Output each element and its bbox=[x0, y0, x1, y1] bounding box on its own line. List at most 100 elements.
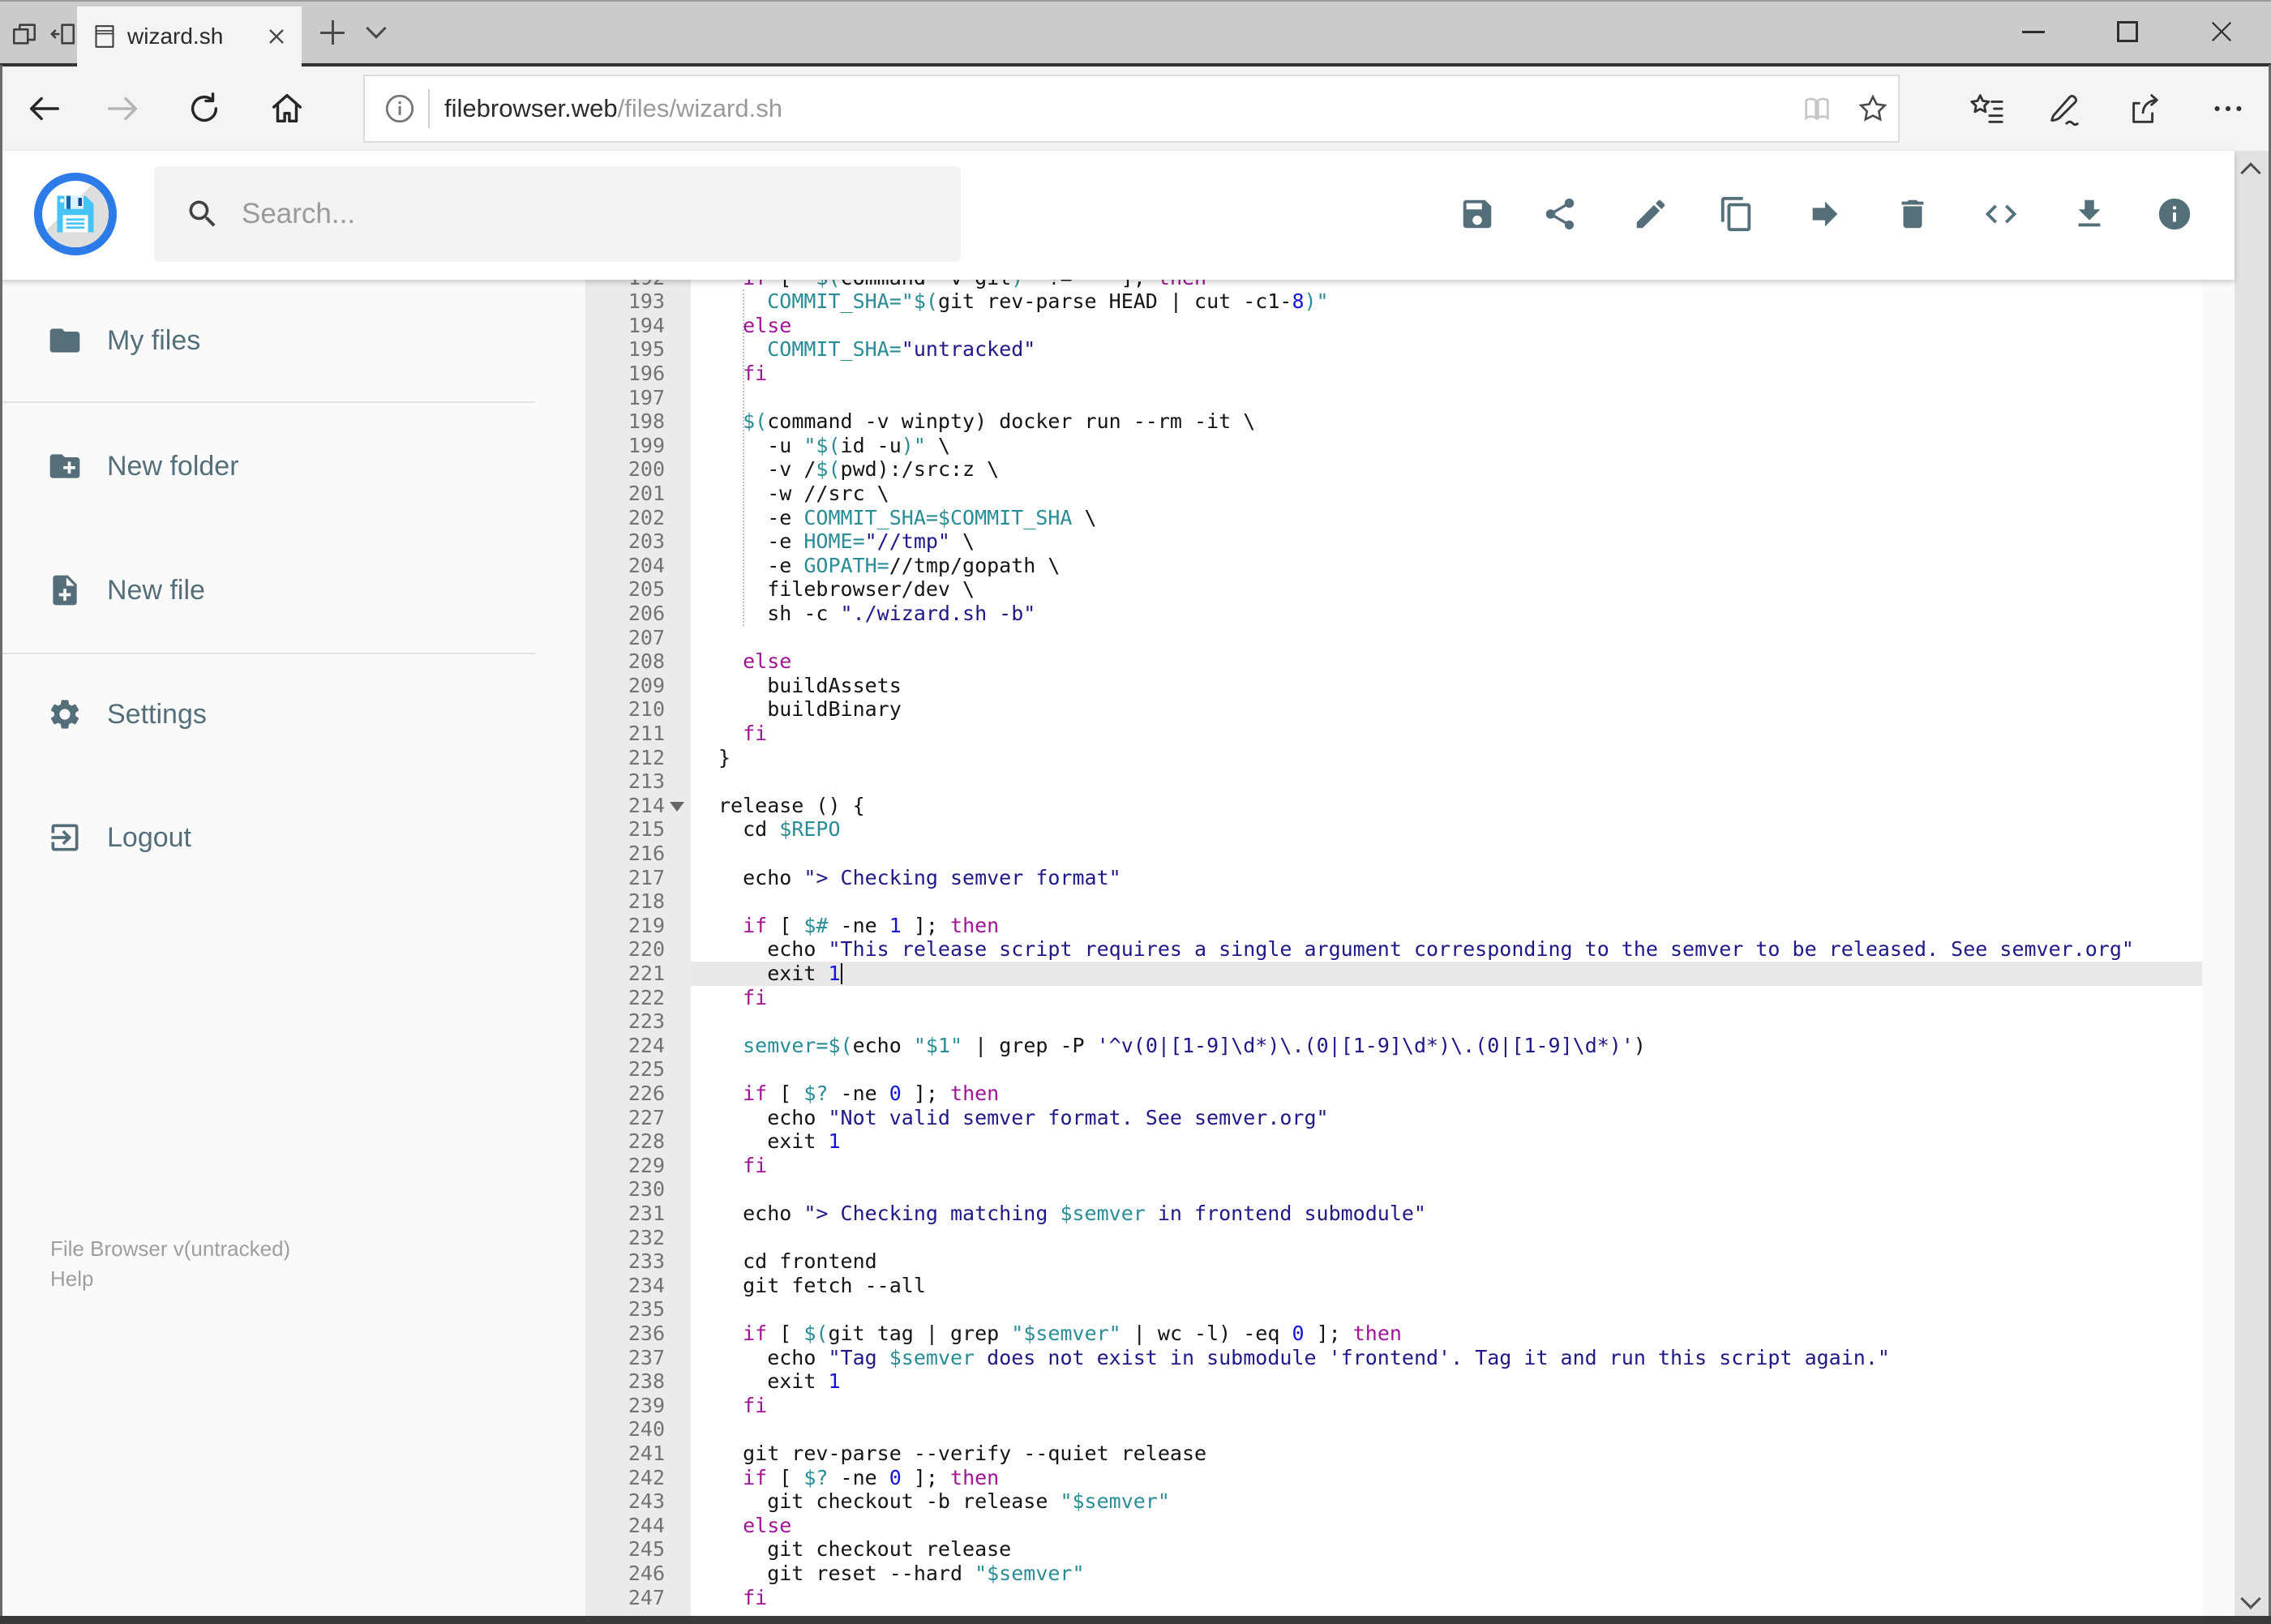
scroll-down-arrow[interactable] bbox=[2240, 1588, 2261, 1609]
line-number: 232 bbox=[628, 1225, 665, 1249]
share-button[interactable] bbox=[2124, 88, 2166, 130]
sidebar-item-new-file[interactable]: New file bbox=[0, 554, 568, 627]
code-line: git checkout release bbox=[718, 1537, 1012, 1562]
line-number: 206 bbox=[628, 602, 665, 625]
code-line: COMMIT_SHA="untracked" bbox=[767, 337, 1036, 362]
line-number: 211 bbox=[628, 722, 665, 745]
folder-icon bbox=[49, 328, 80, 353]
tab-preview-button[interactable] bbox=[6, 16, 42, 52]
sidebar-item-settings[interactable]: Settings bbox=[0, 678, 568, 751]
share-button[interactable] bbox=[1539, 193, 1581, 235]
address-bar[interactable]: filebrowser.web/files/wizard.sh bbox=[363, 75, 1900, 143]
code-line: } bbox=[718, 745, 731, 769]
edit-icon bbox=[1636, 199, 1665, 229]
copy-button[interactable] bbox=[1716, 193, 1758, 235]
line-number: 221 bbox=[628, 962, 665, 985]
code-line: semver=$(echo "$1" | grep -P '^v(0|[1-9]… bbox=[743, 1033, 1646, 1057]
line-number: 224 bbox=[628, 1033, 665, 1057]
code-line: exit 1 bbox=[718, 962, 841, 985]
line-number: 243 bbox=[628, 1489, 665, 1514]
annotate-button[interactable] bbox=[2043, 88, 2085, 130]
forward-button[interactable] bbox=[1804, 193, 1846, 235]
line-number: 201 bbox=[628, 482, 665, 505]
back-button[interactable] bbox=[23, 88, 65, 130]
line-number: 217 bbox=[628, 865, 665, 889]
filebrowser-logo[interactable] bbox=[34, 173, 117, 255]
tab-list-chevron-button[interactable] bbox=[366, 18, 387, 39]
forward-button[interactable] bbox=[102, 88, 144, 130]
browser-tab[interactable]: wizard.sh bbox=[77, 6, 302, 66]
line-number: 199 bbox=[628, 433, 665, 457]
code-line: COMMIT_SHA="$(git rev-parse HEAD | cut -… bbox=[767, 289, 1329, 314]
code-line: if [ "$(command -v git)" != "" ]; then bbox=[718, 280, 1206, 289]
reading-view-icon[interactable] bbox=[1801, 92, 1833, 125]
new-tab-button[interactable] bbox=[318, 18, 350, 50]
new-file-icon bbox=[53, 575, 77, 606]
home-button[interactable] bbox=[266, 88, 308, 130]
search-bar[interactable] bbox=[154, 166, 961, 262]
page-scrollbar[interactable] bbox=[2235, 151, 2269, 1616]
browser-window: wizard.sh filebrowser.web/files/wizard.s… bbox=[0, 0, 2271, 1624]
forward-icon bbox=[1812, 201, 1838, 227]
code-line: exit 1 bbox=[718, 1129, 841, 1154]
line-number: 209 bbox=[628, 673, 665, 697]
window-close-button[interactable] bbox=[2186, 0, 2257, 63]
sidebar-item-label: Settings bbox=[107, 698, 207, 730]
site-info-icon[interactable] bbox=[383, 92, 417, 126]
code-button[interactable] bbox=[1980, 193, 2022, 235]
code-line: -w //src \ bbox=[718, 482, 889, 505]
tab-preview-icon bbox=[12, 24, 36, 45]
code-line: if [ $? -ne 0 ]; then bbox=[743, 1465, 1000, 1489]
search-icon bbox=[189, 200, 216, 227]
help-link[interactable]: Help bbox=[50, 1266, 93, 1292]
fold-arrow-icon[interactable] bbox=[670, 801, 684, 812]
info-button[interactable] bbox=[2153, 193, 2196, 235]
tab-close-button[interactable] bbox=[264, 24, 289, 49]
delete-button[interactable] bbox=[1892, 193, 1934, 235]
search-input[interactable] bbox=[242, 198, 890, 230]
sidebar-divider bbox=[0, 401, 535, 403]
code-line: sh -c "./wizard.sh -b" bbox=[718, 602, 1036, 625]
line-number: 218 bbox=[628, 889, 665, 914]
line-number: 247 bbox=[628, 1585, 665, 1609]
line-number: 195 bbox=[628, 337, 665, 362]
active-line-highlight bbox=[691, 962, 2202, 986]
scroll-up-arrow[interactable] bbox=[2240, 162, 2261, 183]
code-line: release () { bbox=[718, 793, 865, 817]
copy-icon bbox=[1720, 196, 1751, 232]
line-number: 237 bbox=[628, 1345, 665, 1369]
window-maximize-button[interactable] bbox=[2092, 0, 2163, 63]
line-number: 202 bbox=[628, 505, 665, 529]
code-line: echo "Not valid semver format. See semve… bbox=[718, 1105, 1329, 1129]
set-tabs-aside-button[interactable] bbox=[45, 16, 81, 52]
line-number: 223 bbox=[628, 1009, 665, 1034]
line-number: 245 bbox=[628, 1537, 665, 1562]
sidebar-item-new-folder[interactable]: New folder bbox=[0, 430, 568, 503]
code-line: $(command -v winpty) docker run --rm -it… bbox=[743, 409, 1256, 434]
save-button[interactable] bbox=[1456, 193, 1498, 235]
refresh-button[interactable] bbox=[183, 88, 225, 130]
line-number: 235 bbox=[628, 1297, 665, 1322]
line-number: 215 bbox=[628, 817, 665, 842]
download-button[interactable] bbox=[2068, 193, 2110, 235]
hub-button[interactable] bbox=[1965, 88, 2007, 130]
edit-button[interactable] bbox=[1630, 193, 1672, 235]
favorite-star-icon[interactable] bbox=[1856, 92, 1890, 126]
sidebar-item-logout[interactable]: Logout bbox=[0, 801, 568, 874]
pen-icon bbox=[2050, 95, 2079, 126]
line-number: 198 bbox=[628, 409, 665, 434]
code-line: if [ $? -ne 0 ]; then bbox=[743, 1082, 1000, 1105]
sidebar-item-label: My files bbox=[107, 324, 201, 356]
hub-favorites-icon bbox=[1970, 94, 2003, 123]
code-line: git checkout -b release "$semver" bbox=[718, 1489, 1170, 1514]
more-options-button[interactable] bbox=[2207, 88, 2249, 130]
line-number: 229 bbox=[628, 1153, 665, 1177]
line-number: 234 bbox=[628, 1273, 665, 1297]
line-number: 192 bbox=[585, 280, 665, 289]
line-number: 240 bbox=[628, 1417, 665, 1442]
window-minimize-button[interactable] bbox=[1998, 0, 2069, 63]
url-divider bbox=[428, 89, 430, 128]
sidebar-item-my-files[interactable]: My files bbox=[0, 304, 568, 377]
code-editor[interactable]: 192 if [ "$(command -v git)" != "" ]; th… bbox=[585, 280, 2202, 1618]
code-line: -e GOPATH=//tmp/gopath \ bbox=[718, 553, 1061, 577]
